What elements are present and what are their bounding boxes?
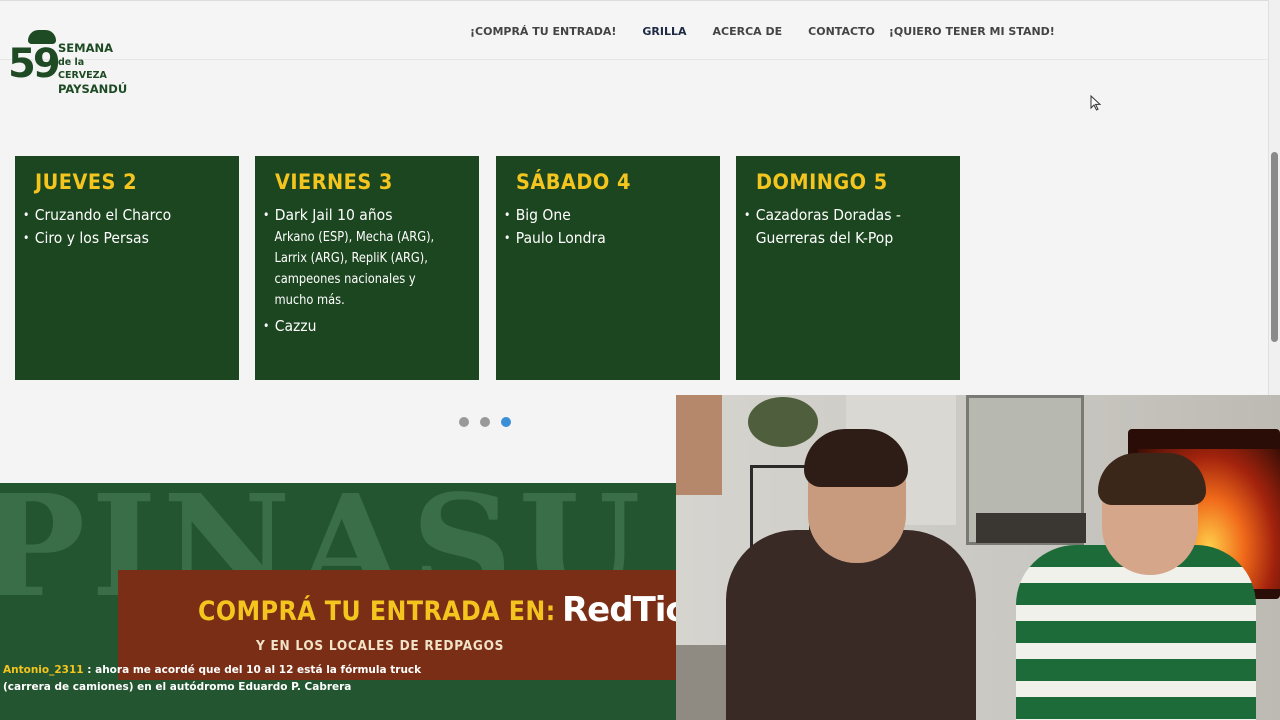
day-card-sunday[interactable]: DOMINGO 5 Cazadoras Doradas - Guerreras …: [736, 156, 960, 380]
wall-poster: [676, 395, 722, 495]
day-card-friday[interactable]: VIERNES 3 Dark Jail 10 años Arkano (ESP)…: [255, 156, 479, 380]
nav-contact[interactable]: CONTACTO: [808, 25, 875, 38]
air-conditioner: [976, 513, 1086, 543]
day-title: DOMINGO 5: [756, 170, 888, 194]
promo-title: COMPRÁ TU ENTRADA EN:: [198, 596, 556, 627]
artist-item: Paulo Londra: [504, 227, 689, 250]
day-title: VIERNES 3: [275, 170, 393, 194]
carousel-dots: [459, 417, 522, 427]
main-nav: ¡COMPRÁ TU ENTRADA! GRILLA ACERCA DE CON…: [470, 1, 1055, 61]
carousel-dot-3[interactable]: [501, 417, 511, 427]
scrollbar-thumb[interactable]: [1271, 152, 1278, 342]
logo-line1: SEMANA: [58, 41, 114, 55]
person-left-hair: [804, 429, 908, 487]
day-card-thursday[interactable]: JUEVES 2 Cruzando el Charco Ciro y los P…: [15, 156, 239, 380]
artist-details: Arkano (ESP), Mecha (ARG), Larrix (ARG),…: [274, 230, 435, 308]
artist-item: Cazadoras Doradas - Guerreras del K-Pop: [744, 204, 951, 250]
promo-subtitle: Y EN LOS LOCALES DE REDPAGOS: [256, 638, 505, 654]
top-navbar: ¡COMPRÁ TU ENTRADA! GRILLA ACERCA DE CON…: [0, 0, 1268, 60]
carousel-dot-2[interactable]: [480, 417, 490, 427]
site-logo[interactable]: 59 SEMANA de la CERVEZA PAYSANDÚ: [8, 30, 128, 95]
artist-item: Ciro y los Persas: [23, 227, 208, 250]
logo-line3: PAYSANDÚ: [58, 81, 128, 96]
page-scrollbar[interactable]: [1268, 0, 1280, 395]
logo-text: SEMANA de la CERVEZA PAYSANDÚ: [58, 41, 128, 96]
day-title: SÁBADO 4: [516, 170, 631, 194]
nav-buy-ticket[interactable]: ¡COMPRÁ TU ENTRADA!: [470, 25, 616, 38]
chat-username: Antonio_2311: [3, 664, 84, 676]
day-card-saturday[interactable]: SÁBADO 4 Big One Paulo Londra: [496, 156, 720, 380]
artist-item: Dark Jail 10 años: [263, 204, 448, 227]
artist-item: Cruzando el Charco: [23, 204, 208, 227]
webcam-feed: [676, 395, 1280, 720]
person-right-hair: [1098, 453, 1206, 505]
nav-grilla[interactable]: GRILLA: [642, 25, 686, 38]
day-title: JUEVES 2: [35, 170, 137, 194]
carousel-dot-1[interactable]: [459, 417, 469, 427]
mouse-cursor-icon: [1090, 95, 1102, 111]
artist-item: Big One: [504, 204, 689, 227]
nav-stand[interactable]: ¡QUIERO TENER MI STAND!: [889, 25, 1055, 38]
stream-chat-message: Antonio_2311 : ahora me acordé que del 1…: [3, 662, 443, 696]
redtickets-logo: RedTic: [562, 590, 676, 630]
plant: [748, 397, 818, 447]
logo-number: 59: [8, 41, 61, 87]
nav-about[interactable]: ACERCA DE: [713, 25, 783, 38]
artist-item: Cazzu: [263, 315, 448, 338]
logo-line2: de la CERVEZA: [58, 56, 107, 82]
